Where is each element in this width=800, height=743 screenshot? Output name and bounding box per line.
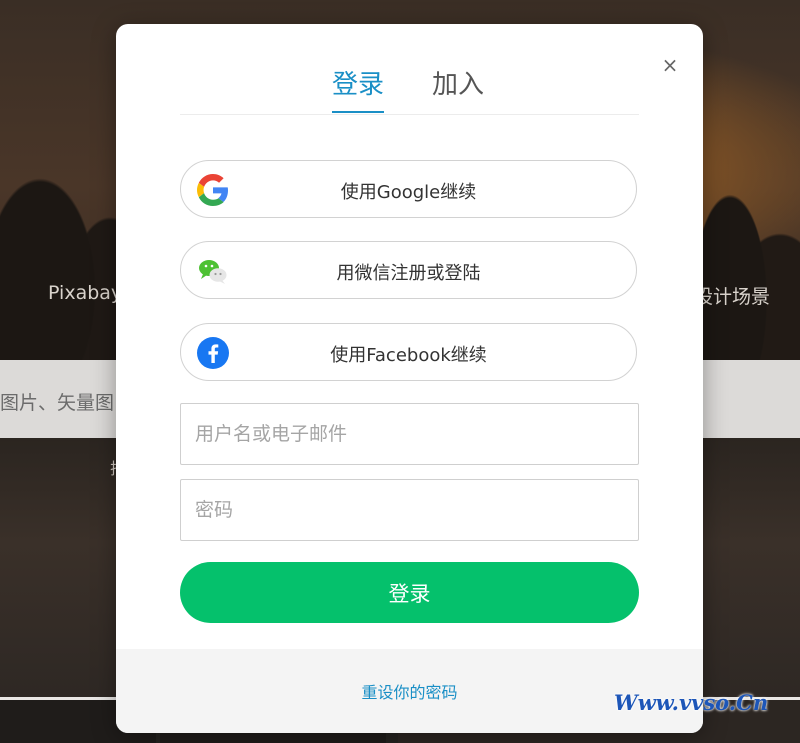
- wechat-signin-label: 用微信注册或登陆: [336, 263, 481, 284]
- facebook-signin-button[interactable]: 使用Facebook继续: [180, 323, 637, 381]
- wechat-signin-button[interactable]: 用微信注册或登陆: [180, 241, 637, 299]
- password-field[interactable]: [180, 479, 639, 541]
- tab-login[interactable]: 登录: [332, 64, 385, 113]
- login-submit-button[interactable]: 登录: [180, 562, 639, 623]
- background-headline-right: 设计场景: [694, 286, 771, 308]
- username-email-field[interactable]: [180, 403, 639, 465]
- google-signin-button[interactable]: 使用Google继续: [180, 160, 637, 218]
- background-headline-left: Pixabay: [48, 282, 123, 304]
- tab-join[interactable]: 加入: [432, 64, 484, 111]
- facebook-signin-label: 使用Facebook继续: [330, 345, 487, 366]
- close-icon[interactable]: ×: [659, 54, 681, 76]
- watermark-text: Www.vvso.Cn: [614, 690, 769, 715]
- background-search-placeholder: 图片、矢量图: [0, 392, 115, 414]
- google-signin-label: 使用Google继续: [340, 182, 477, 203]
- login-modal: × 登录 加入 使用Google继续 用微信注册或登陆 使用Facebook继续…: [116, 24, 703, 733]
- auth-tabs: 登录 加入: [180, 24, 639, 115]
